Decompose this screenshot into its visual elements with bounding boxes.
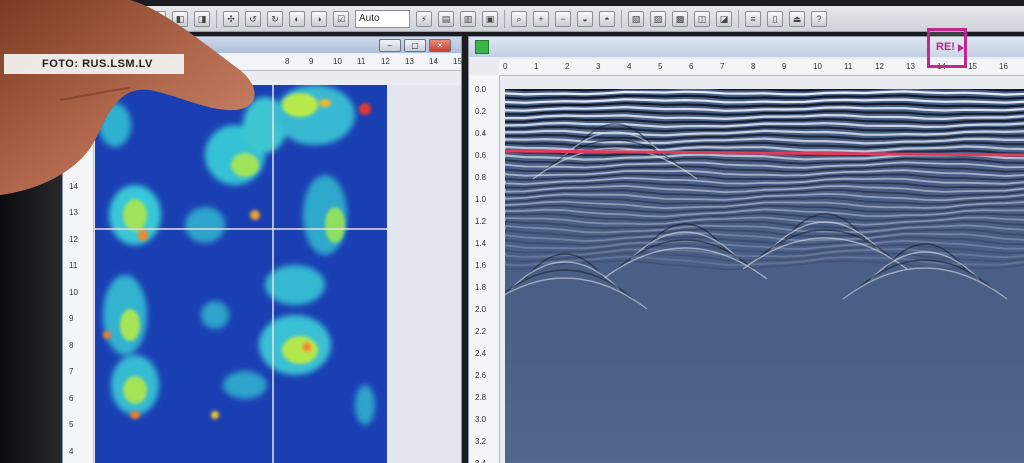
ruler-tick-label: 5 (69, 420, 74, 429)
zoom-out-icon[interactable]: − (555, 10, 571, 27)
list-icon[interactable]: ≡ (745, 10, 761, 27)
lightning-icon[interactable]: ⚡ (416, 10, 432, 27)
help-icon[interactable]: ? (811, 10, 827, 27)
ruler-tick-label: 3.4 (475, 459, 486, 463)
toolbar-separator (621, 9, 622, 28)
tool-icon[interactable]: ☑ (333, 10, 349, 27)
ruler-tick-label: 0 (503, 62, 508, 71)
ruler-tick-label: 9 (782, 62, 787, 71)
tool-icon[interactable]: ◒ (577, 10, 593, 27)
ruler-tick-label: 4 (627, 62, 632, 71)
ruler-tick-label: 11 (69, 261, 78, 270)
ruler-tick-label: 2 (565, 62, 570, 71)
ruler-tick-label: 7 (69, 367, 74, 376)
ruler-tick-label: 0.0 (475, 85, 487, 94)
ruler-tick-label: 1.2 (475, 217, 487, 226)
ruler-tick-label: 16 (999, 62, 1008, 71)
ruler-tick-label: 1.8 (475, 283, 487, 292)
profile-view-window: 0 1 2 3 4 5 6 7 8 9 10 11 12 13 14 15 16 0.0 0.2 0.4 0.6 0.8… (468, 36, 1024, 463)
ruler-tick-label: 1.6 (475, 261, 487, 270)
ruler-tick-label: 12 (875, 62, 884, 71)
heatmap-empty-area (387, 85, 461, 463)
photo-credit: FOTO: RUS.LSM.LV (4, 54, 184, 74)
pointing-hand (0, 0, 255, 195)
ruler-tick-label: 5 (658, 62, 663, 71)
ruler-tick-label: 14 (429, 57, 438, 66)
ruler-tick-label: 2.4 (475, 349, 487, 358)
ruler-tick-label: 11 (357, 57, 366, 66)
window-icon (475, 40, 489, 54)
ruler-tick-label: 10 (69, 287, 78, 297)
ruler-tick-label: 0.4 (475, 129, 487, 138)
tool-icon[interactable]: ▣ (482, 10, 498, 27)
broadcaster-logo: RE! (927, 28, 967, 68)
tool-icon[interactable]: ◓ (599, 10, 615, 27)
ruler-tick-label: 2.2 (475, 327, 487, 336)
logo-text: RE! (936, 41, 955, 53)
ruler-tick-label: 12 (69, 234, 78, 244)
ruler-tick-label: 15 (968, 62, 977, 71)
ruler-tick-label: 6 (69, 393, 74, 403)
ruler-tick-label: 2.8 (475, 393, 487, 402)
ruler-tick-label: 1 (534, 62, 539, 71)
ruler-tick-label: 0.2 (475, 107, 487, 116)
ruler-tick-label: 3 (596, 62, 601, 71)
tool-icon[interactable]: ◪ (716, 10, 732, 27)
ruler-tick-label: 7 (720, 62, 725, 71)
ruler-tick-label: 13 (405, 57, 414, 66)
tool-icon[interactable]: ◫ (694, 10, 710, 27)
ruler-tick-label: 8 (69, 340, 74, 350)
tool-icon[interactable]: ◑ (311, 10, 327, 27)
minimize-button[interactable]: – (379, 39, 401, 52)
ruler-tick-label: 9 (309, 57, 314, 66)
ruler-tick-label: 2.6 (475, 371, 487, 380)
ruler-tick-label: 13 (69, 208, 78, 217)
toolbar-separator (504, 9, 505, 28)
gpr-radargram[interactable] (505, 89, 1024, 463)
ruler-tick-label: 6 (689, 62, 694, 71)
monitor-photo: ▦ ◧ ◨ ✣ ↺ ↻ ◐ ◑ ☑ Auto ⚡ ▤ ▥ ▣ ⌕ + − ◒ ◓… (0, 0, 1024, 463)
tool-icon[interactable]: ▤ (438, 10, 454, 27)
tool-icon[interactable]: ▨ (650, 10, 666, 27)
play-icon (958, 44, 964, 52)
zoom-mode-select[interactable]: Auto (355, 9, 410, 28)
ruler-tick-label: 9 (69, 314, 74, 323)
ruler-tick-label: 3.0 (475, 415, 487, 424)
columns-icon[interactable]: ▯ (767, 10, 783, 27)
zoom-in-icon[interactable]: + (533, 10, 549, 27)
ruler-tick-label: 1.0 (475, 195, 487, 204)
tool-icon[interactable]: ▩ (672, 10, 688, 27)
ruler-tick-label: 12 (381, 57, 390, 66)
maximize-button[interactable]: ▢ (404, 39, 426, 52)
ruler-tick-label: 1.4 (475, 239, 487, 248)
close-button[interactable]: ✕ (429, 39, 451, 52)
ruler-tick-label: 4 (69, 446, 74, 456)
ruler-tick-label: 15 (453, 57, 462, 66)
ruler-tick-label: 10 (333, 57, 342, 66)
toolbar-separator (738, 9, 739, 28)
tool-icon[interactable]: ▧ (628, 10, 644, 27)
ruler-tick-label: 11 (844, 62, 853, 71)
depth-ruler: 0.0 0.2 0.4 0.6 0.8 1.0 1.2 1.4 1.6 1.8 2.0 2.2 2.4 2… (469, 75, 500, 463)
ruler-tick-label: 3.2 (475, 437, 487, 446)
ruler-tick-label: 13 (906, 62, 915, 71)
ruler-tick-label: 10 (813, 62, 822, 71)
ruler-tick-label: 0.6 (475, 151, 487, 160)
ruler-tick-label: 8 (751, 62, 756, 71)
tool-icon[interactable]: ⏏ (789, 10, 805, 27)
zoom-icon[interactable]: ⌕ (511, 10, 527, 27)
radargram-image (505, 89, 1024, 463)
ruler-tick-label: 0.8 (475, 173, 487, 182)
ruler-tick-label: 2.0 (475, 305, 487, 314)
tool-icon[interactable]: ▥ (460, 10, 476, 27)
